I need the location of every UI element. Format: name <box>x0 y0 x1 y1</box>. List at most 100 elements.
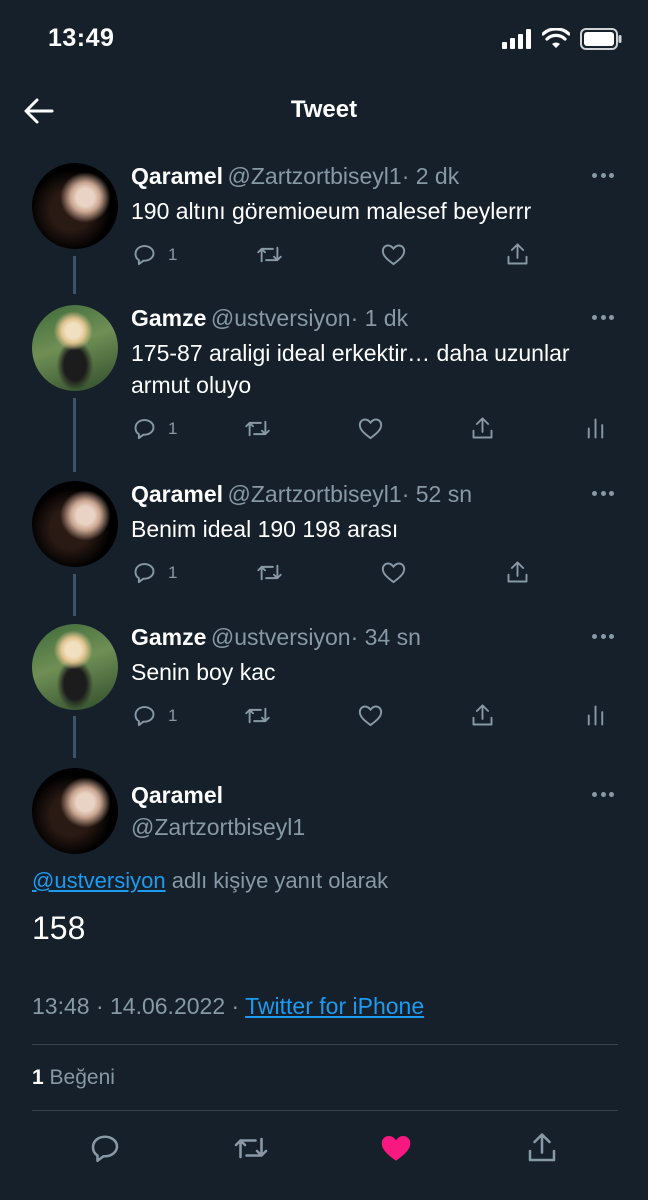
tweet-text: 190 altını göremioeum malesef beylerrr <box>131 198 532 224</box>
like-button[interactable] <box>378 1130 414 1166</box>
like-button[interactable] <box>357 702 384 729</box>
tweet-text: Senin boy kac <box>131 659 276 685</box>
tweet-text: 175-87 araligi ideal erkektir… daha uzun… <box>131 340 570 398</box>
author-handle[interactable]: @ustversiyon <box>211 305 351 331</box>
share-icon <box>507 561 528 583</box>
reply-button[interactable]: 1 <box>131 241 177 268</box>
signal-icon <box>502 29 531 49</box>
avatar[interactable] <box>32 305 118 391</box>
author-name[interactable]: Gamze <box>131 624 206 650</box>
reply-button[interactable]: 1 <box>131 415 177 442</box>
more-icon[interactable] <box>592 173 614 179</box>
main-author-name[interactable]: Qaramel <box>131 782 223 809</box>
reply-icon <box>134 706 155 727</box>
tweet-header: Qaramel @Zartzortbiseyl1· 52 sn <box>131 481 472 508</box>
more-icon[interactable] <box>592 491 614 497</box>
status-time: 13:49 <box>48 24 115 52</box>
share-icon <box>507 243 528 265</box>
action-row: 1 <box>131 415 611 445</box>
share-button[interactable] <box>469 415 496 442</box>
tweet-header: Qaramel @Zartzortbiseyl1· 2 dk <box>131 163 459 190</box>
author-handle[interactable]: @Zartzortbiseyl1 <box>228 163 402 189</box>
tweet-meta: 13:48 · 14.06.2022 · Twitter for iPhone <box>32 993 424 1020</box>
like-icon <box>381 562 406 584</box>
action-row: 1 <box>131 702 611 732</box>
tweet-header: Gamze @ustversiyon· 34 sn <box>131 624 421 651</box>
tweet-time: · 34 sn <box>350 624 421 650</box>
author-name[interactable]: Qaramel <box>131 481 223 507</box>
reply-button[interactable]: 1 <box>131 702 177 729</box>
tweet-time: · 1 dk <box>350 305 409 331</box>
reply-count: 1 <box>168 562 178 582</box>
share-icon <box>528 1133 556 1162</box>
like-icon <box>358 418 383 440</box>
author-handle[interactable]: @Zartzortbiseyl1 <box>228 481 402 507</box>
retweet-button[interactable] <box>244 415 271 442</box>
reply-icon <box>134 419 155 440</box>
main-tweet-text: 158 <box>32 910 86 946</box>
more-icon[interactable] <box>592 634 614 640</box>
like-icon <box>358 705 383 727</box>
retweet-icon <box>245 420 270 437</box>
reply-to-link[interactable]: @ustversiyon <box>32 868 166 893</box>
retweet-button[interactable] <box>233 1130 269 1166</box>
avatar[interactable] <box>32 481 118 567</box>
reply-button[interactable] <box>87 1130 123 1166</box>
reply-count: 1 <box>168 705 178 725</box>
like-icon <box>381 244 406 266</box>
more-icon[interactable] <box>592 792 614 798</box>
status-icons <box>502 28 622 50</box>
main-author-handle[interactable]: @Zartzortbiseyl1 <box>131 814 305 841</box>
tweet-header: Gamze @ustversiyon· 1 dk <box>131 305 408 332</box>
share-button[interactable] <box>524 1130 560 1166</box>
avatar[interactable] <box>32 768 118 854</box>
share-button[interactable] <box>504 241 531 268</box>
reply-count: 1 <box>168 418 178 438</box>
share-icon <box>472 417 493 439</box>
timestamp: 13:48 · 14.06.2022 · <box>32 993 246 1019</box>
retweet-icon <box>234 1137 268 1159</box>
avatar[interactable] <box>32 624 118 710</box>
retweet-icon <box>257 246 282 263</box>
action-row: 1 <box>131 559 611 589</box>
retweet-button[interactable] <box>244 702 271 729</box>
like-button[interactable] <box>380 241 407 268</box>
action-row: 1 <box>131 241 611 271</box>
divider <box>32 1110 618 1111</box>
likes-count[interactable]: 1 Beğeni <box>32 1066 115 1090</box>
retweet-button[interactable] <box>256 241 283 268</box>
retweet-icon <box>245 707 270 724</box>
reply-button[interactable]: 1 <box>131 559 177 586</box>
reply-icon <box>134 245 155 266</box>
like-button[interactable] <box>357 415 384 442</box>
reply-icon <box>91 1135 119 1163</box>
likes-number: 1 <box>32 1066 44 1089</box>
author-handle[interactable]: @ustversiyon <box>211 624 351 650</box>
author-name[interactable]: Gamze <box>131 305 206 331</box>
page-title: Tweet <box>290 96 358 123</box>
retweet-button[interactable] <box>256 559 283 586</box>
likes-label: Beğeni <box>43 1066 115 1089</box>
like-icon <box>381 1136 411 1161</box>
source-link[interactable]: Twitter for iPhone <box>245 993 424 1019</box>
thread-line <box>73 716 76 758</box>
more-icon[interactable] <box>592 315 614 321</box>
analytics-button[interactable] <box>582 702 609 729</box>
thread-line <box>73 574 76 616</box>
tweet-text: Benim ideal 190 198 arası <box>131 516 399 542</box>
thread-line <box>73 398 76 472</box>
author-name[interactable]: Qaramel <box>131 163 223 189</box>
share-button[interactable] <box>469 702 496 729</box>
share-button[interactable] <box>504 559 531 586</box>
analytics-button[interactable] <box>582 415 609 442</box>
reply-icon <box>134 563 155 584</box>
tweet-time: · 2 dk <box>401 163 460 189</box>
thread-line <box>73 256 76 294</box>
like-button[interactable] <box>380 559 407 586</box>
avatar[interactable] <box>32 163 118 249</box>
retweet-icon <box>257 564 282 581</box>
analytics-icon <box>587 705 604 726</box>
reply-to-suffix: adlı kişiye yanıt olarak <box>165 868 389 893</box>
reply-to-line: @ustversiyon adlı kişiye yanıt olarak <box>32 868 388 894</box>
reply-count: 1 <box>168 244 178 264</box>
